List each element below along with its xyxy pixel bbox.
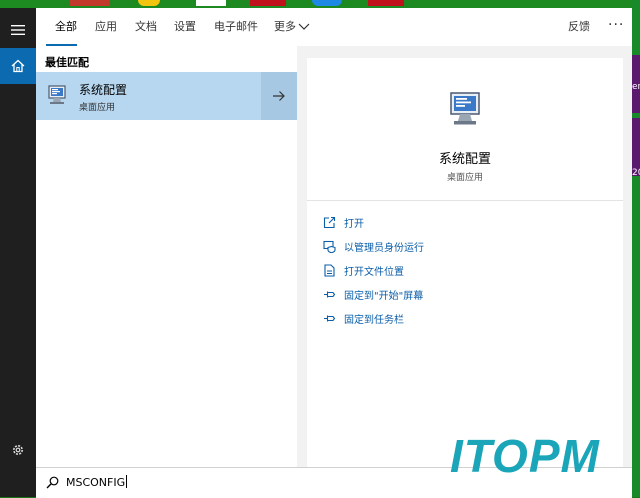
action-label: 以管理员身份运行 xyxy=(344,242,424,254)
action-label: 打开文件位置 xyxy=(344,266,404,278)
menu-button[interactable] xyxy=(0,12,36,48)
desktop-icon xyxy=(312,0,342,6)
tab-all[interactable]: 全部 xyxy=(55,8,77,46)
action-label: 固定到"开始"屏幕 xyxy=(344,290,424,302)
search-panel: 全部 应用 文档 设置 电子邮件 更多 反馈 ··· 最佳匹配 系统配置 桌面应… xyxy=(36,8,632,467)
start-rail xyxy=(0,8,36,497)
preview-title: 系统配置 xyxy=(438,152,491,167)
tab-documents[interactable]: 文档 xyxy=(135,8,157,46)
action-open[interactable]: 打开 xyxy=(323,212,364,232)
system-config-icon xyxy=(450,92,480,125)
search-query: MSCONFIG xyxy=(66,476,126,489)
result-subtitle: 桌面应用 xyxy=(79,103,116,113)
result-title: 系统配置 xyxy=(79,83,128,97)
chevron-down-icon[interactable] xyxy=(298,23,310,31)
action-pin-to-start[interactable]: 固定到"开始"屏幕 xyxy=(323,284,423,304)
action-pin-to-taskbar[interactable]: 固定到任务栏 xyxy=(323,308,404,328)
results-pane: 最佳匹配 系统配置 桌面应用 xyxy=(36,46,297,467)
tab-more[interactable]: 更多 xyxy=(274,8,296,46)
preview-header: 系统配置 桌面应用 xyxy=(307,58,623,201)
feedback-button[interactable]: 反馈 xyxy=(568,8,590,46)
best-match-heading: 最佳匹配 xyxy=(45,56,89,69)
hamburger-icon xyxy=(11,25,25,35)
text-caret xyxy=(126,475,128,488)
action-open-file-location[interactable]: 打开文件位置 xyxy=(323,260,404,280)
home-button[interactable] xyxy=(0,48,36,84)
desktop-icon xyxy=(250,0,286,6)
pin-icon xyxy=(324,315,336,321)
best-match-result[interactable]: 系统配置 桌面应用 xyxy=(36,72,261,120)
desktop-icon xyxy=(70,0,110,6)
desktop-tile-text: er xyxy=(632,82,640,92)
settings-button[interactable] xyxy=(0,432,36,468)
preview-pane: 系统配置 桌面应用 打开 以管理员身份运行 打开文件位置 固定到"开始"屏幕 固… xyxy=(307,58,623,467)
home-icon xyxy=(11,59,25,73)
search-input[interactable]: MSCONFIG xyxy=(66,475,128,489)
preview-subtitle: 桌面应用 xyxy=(446,173,483,183)
arrow-right-icon xyxy=(273,91,285,101)
action-run-as-admin[interactable]: 以管理员身份运行 xyxy=(323,236,424,256)
system-config-icon xyxy=(48,85,66,104)
action-label: 固定到任务栏 xyxy=(344,314,404,326)
tab-email[interactable]: 电子邮件 xyxy=(214,8,258,46)
desktop-background-top xyxy=(0,0,640,8)
action-label: 打开 xyxy=(344,218,364,230)
file-location-icon xyxy=(324,263,335,277)
gear-icon xyxy=(13,445,23,455)
desktop-icon xyxy=(196,0,226,6)
tab-apps[interactable]: 应用 xyxy=(95,8,117,46)
desktop-icon xyxy=(368,0,404,6)
shield-admin-icon xyxy=(323,240,336,253)
watermark-logo: ITOPM xyxy=(450,430,600,482)
desktop-icon xyxy=(138,0,160,6)
search-icon xyxy=(46,476,59,489)
open-icon xyxy=(323,216,336,228)
pin-icon xyxy=(324,291,336,297)
more-options-button[interactable]: ··· xyxy=(608,8,624,46)
expand-result-button[interactable] xyxy=(261,72,297,120)
desktop-tile-text: 20 xyxy=(632,168,640,178)
tab-settings[interactable]: 设置 xyxy=(174,8,196,46)
filter-tabs: 全部 应用 文档 设置 电子邮件 更多 反馈 ··· xyxy=(36,8,632,46)
